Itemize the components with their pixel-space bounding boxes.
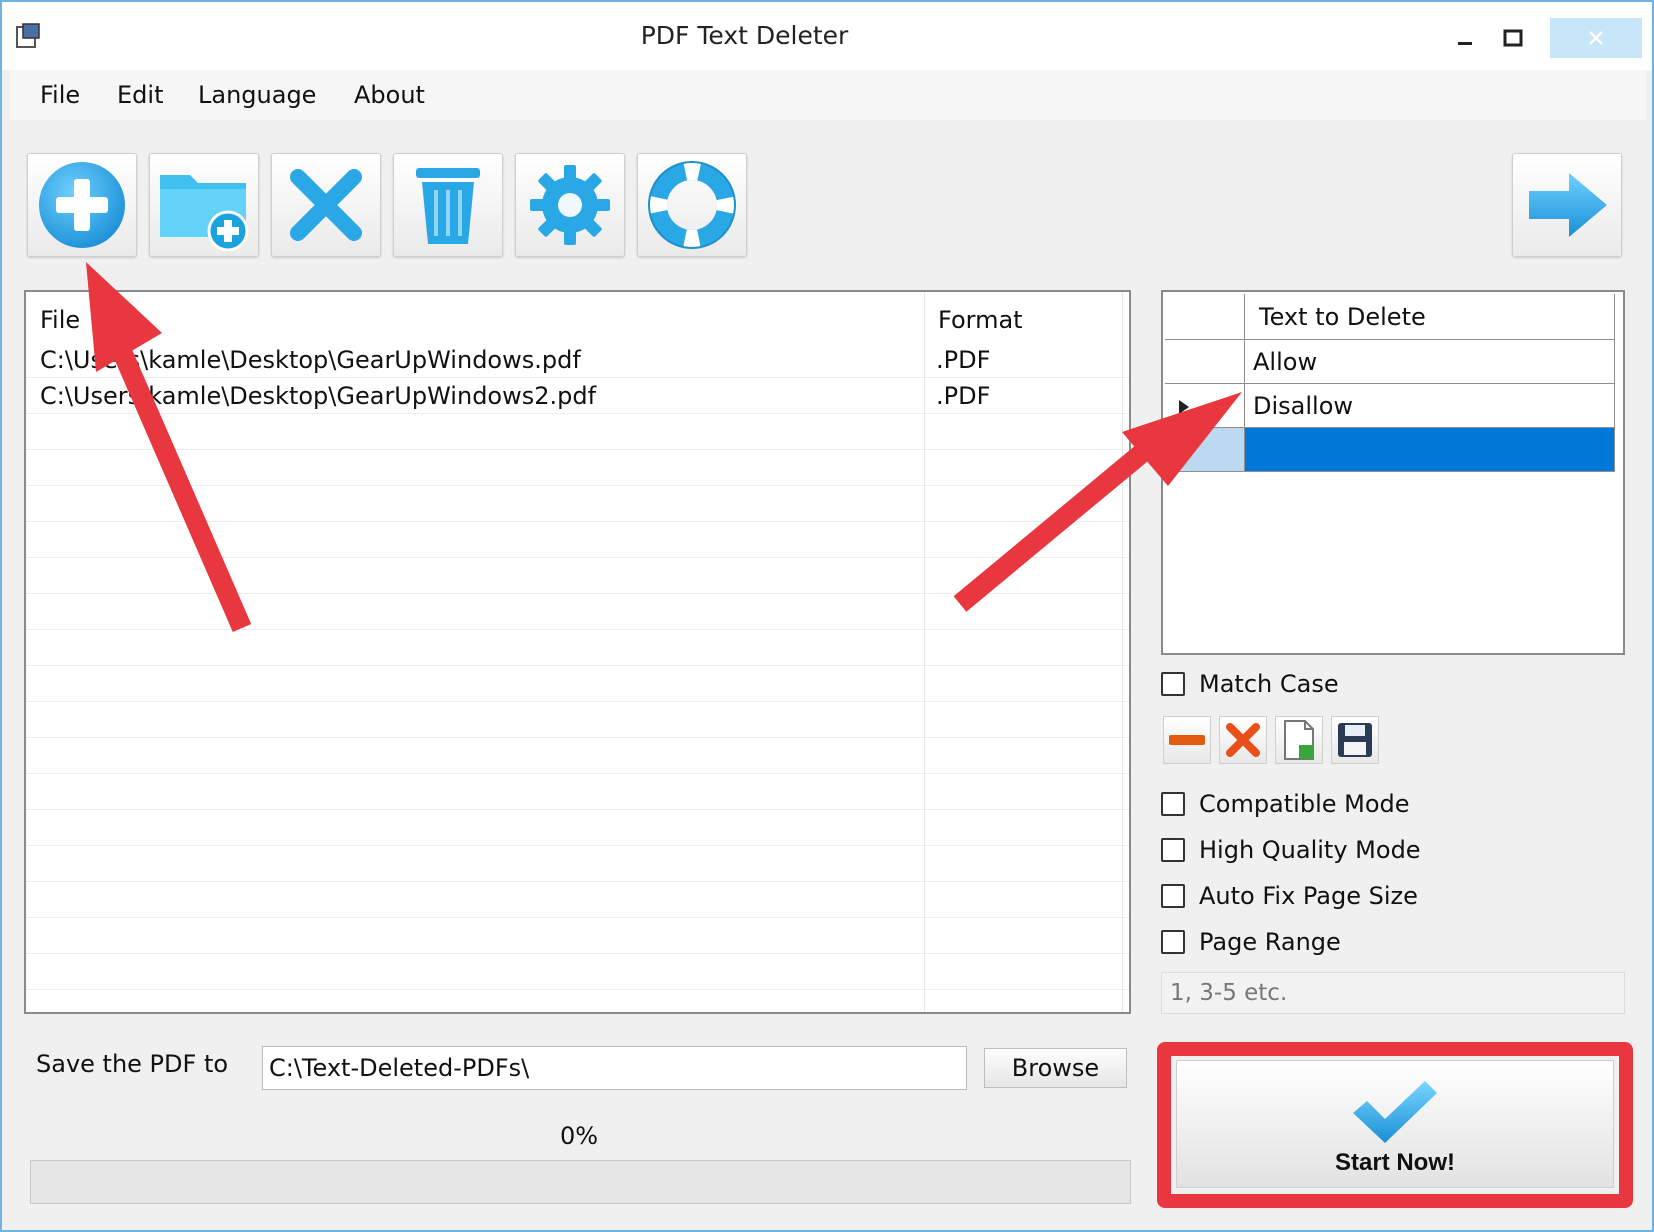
grid-cell[interactable]: Disallow bbox=[1245, 384, 1615, 428]
empty-row bbox=[26, 702, 1129, 738]
empty-row bbox=[26, 846, 1129, 882]
empty-row bbox=[26, 666, 1129, 702]
empty-row bbox=[26, 594, 1129, 630]
menu-about[interactable]: About bbox=[354, 70, 425, 120]
row-header-current[interactable] bbox=[1165, 384, 1245, 428]
compatible-mode-option[interactable]: Compatible Mode bbox=[1161, 788, 1410, 820]
minimize-icon bbox=[1458, 42, 1472, 45]
next-button[interactable] bbox=[1512, 153, 1622, 257]
empty-row bbox=[26, 918, 1129, 954]
save-list-button[interactable] bbox=[1331, 716, 1379, 764]
page-range-label: Page Range bbox=[1199, 928, 1341, 956]
arrow-right-icon bbox=[1529, 173, 1607, 237]
maximize-icon bbox=[1503, 29, 1523, 47]
compatible-mode-label: Compatible Mode bbox=[1199, 790, 1410, 818]
page-range-option[interactable]: Page Range bbox=[1161, 926, 1341, 958]
empty-row bbox=[26, 630, 1129, 666]
save-location-label: Save the PDF to bbox=[36, 1050, 229, 1078]
high-quality-mode-checkbox[interactable] bbox=[1161, 838, 1185, 862]
trash-icon bbox=[416, 168, 480, 244]
close-x-icon bbox=[290, 169, 362, 241]
import-list-button[interactable] bbox=[1275, 716, 1323, 764]
help-button[interactable] bbox=[637, 153, 747, 257]
high-quality-mode-option[interactable]: High Quality Mode bbox=[1161, 834, 1421, 866]
compatible-mode-checkbox[interactable] bbox=[1161, 792, 1185, 816]
empty-row bbox=[26, 450, 1129, 486]
progress-percent: 0% bbox=[559, 1122, 599, 1150]
file-format: .PDF bbox=[936, 382, 991, 410]
grid-corner bbox=[1165, 294, 1245, 340]
page-range-checkbox[interactable] bbox=[1161, 930, 1185, 954]
empty-row bbox=[26, 882, 1129, 918]
menu-bar: File Edit Language About bbox=[10, 70, 1646, 120]
empty-row bbox=[26, 774, 1129, 810]
empty-row bbox=[26, 738, 1129, 774]
text-to-delete-grid[interactable]: Text to Delete Allow Disallow bbox=[1161, 290, 1625, 655]
empty-row bbox=[26, 954, 1129, 990]
match-case-label: Match Case bbox=[1199, 670, 1339, 698]
title-bar: PDF Text Deleter bbox=[2, 2, 1652, 70]
match-case-option[interactable]: Match Case bbox=[1161, 668, 1339, 700]
empty-row bbox=[26, 810, 1129, 846]
file-format: .PDF bbox=[936, 346, 991, 374]
lifebuoy-icon bbox=[648, 161, 736, 249]
file-path: C:\Users\kamle\Desktop\GearUpWindows.pdf bbox=[40, 346, 581, 374]
add-folder-icon bbox=[160, 175, 249, 251]
minus-icon bbox=[1169, 735, 1205, 745]
grid-header-text[interactable]: Text to Delete bbox=[1245, 294, 1615, 340]
grid-cell-new[interactable] bbox=[1245, 428, 1615, 472]
delete-item-button[interactable] bbox=[1219, 716, 1267, 764]
remove-button[interactable] bbox=[271, 153, 381, 257]
file-path: C:\Users\kamle\Desktop\GearUpWindows2.pd… bbox=[40, 382, 597, 410]
window-title: PDF Text Deleter bbox=[640, 21, 849, 50]
auto-fix-page-size-option[interactable]: Auto Fix Page Size bbox=[1161, 880, 1418, 912]
delete-x-icon bbox=[1226, 723, 1260, 757]
progress-bar bbox=[30, 1160, 1131, 1204]
page-range-input[interactable]: 1, 3-5 etc. bbox=[1161, 972, 1625, 1014]
empty-row bbox=[26, 522, 1129, 558]
auto-fix-page-size-label: Auto Fix Page Size bbox=[1199, 882, 1418, 910]
gear-icon bbox=[530, 165, 610, 245]
app-window: PDF Text Deleter File Edit Language Abou… bbox=[0, 0, 1654, 1232]
empty-row bbox=[26, 486, 1129, 522]
add-folder-button[interactable] bbox=[149, 153, 259, 257]
row-header-new[interactable] bbox=[1165, 428, 1245, 472]
file-list[interactable]: File Format C:\Users\kamle\Desktop\GearU… bbox=[24, 290, 1131, 1014]
menu-file[interactable]: File bbox=[40, 70, 80, 120]
close-icon bbox=[1589, 31, 1603, 45]
browse-button[interactable]: Browse bbox=[984, 1048, 1127, 1088]
save-path-input[interactable]: C:\Text-Deleted-PDFs\ bbox=[262, 1046, 967, 1090]
auto-fix-page-size-checkbox[interactable] bbox=[1161, 884, 1185, 908]
empty-row bbox=[26, 558, 1129, 594]
close-button[interactable] bbox=[1550, 18, 1642, 58]
match-case-checkbox[interactable] bbox=[1161, 672, 1185, 696]
annotation-highlight-box bbox=[1157, 1042, 1633, 1208]
menu-edit[interactable]: Edit bbox=[117, 70, 163, 120]
floppy-disk-icon bbox=[1338, 723, 1372, 757]
add-file-button[interactable] bbox=[27, 153, 137, 257]
empty-row bbox=[26, 414, 1129, 450]
maximize-button[interactable] bbox=[1478, 18, 1548, 58]
add-circle-icon bbox=[39, 162, 125, 248]
remove-item-button[interactable] bbox=[1163, 716, 1211, 764]
menu-language[interactable]: Language bbox=[198, 70, 316, 120]
table-row[interactable]: C:\Users\kamle\Desktop\GearUpWindows2.pd… bbox=[26, 378, 1129, 414]
clear-list-button[interactable] bbox=[393, 153, 503, 257]
file-list-header: File Format bbox=[26, 292, 1129, 342]
settings-button[interactable] bbox=[515, 153, 625, 257]
grid-cell[interactable]: Allow bbox=[1245, 340, 1615, 384]
table-row[interactable]: C:\Users\kamle\Desktop\GearUpWindows.pdf… bbox=[26, 342, 1129, 378]
high-quality-mode-label: High Quality Mode bbox=[1199, 836, 1421, 864]
row-header[interactable] bbox=[1165, 340, 1245, 384]
column-header-format[interactable]: Format bbox=[938, 306, 1023, 334]
document-import-icon bbox=[1284, 720, 1314, 760]
column-header-file[interactable]: File bbox=[40, 306, 80, 334]
current-row-arrow-icon bbox=[1179, 400, 1189, 414]
